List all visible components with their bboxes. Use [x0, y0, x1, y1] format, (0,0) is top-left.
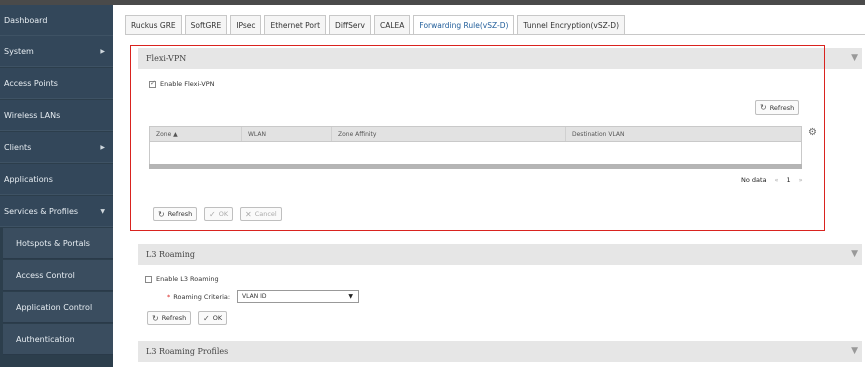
l3-roaming-profiles-header[interactable]: L3 Roaming Profiles ▼	[138, 341, 862, 362]
grid-header: Zone ▲ WLAN Zone Affinity Destination VL…	[149, 126, 802, 142]
sidebar-item-label: Dashboard	[4, 15, 48, 25]
select-value: VLAN ID	[242, 293, 267, 300]
col-label: Zone Affinity	[338, 130, 377, 138]
check-icon: ✓	[203, 313, 210, 323]
tab-tunnel-encryption[interactable]: Tunnel Encryption(vSZ-D)	[517, 15, 626, 34]
sidebar-item-label: Access Control	[16, 270, 75, 280]
panel-title: L3 Roaming Profiles	[146, 347, 229, 356]
sidebar-item-label: Application Control	[16, 302, 93, 312]
roaming-criteria-select[interactable]: VLAN ID ▼	[237, 290, 359, 303]
l3-ok-button[interactable]: ✓ OK	[198, 311, 228, 325]
chevron-down-icon: ▼	[100, 207, 105, 215]
sidebar-item-clients[interactable]: Clients ▶	[0, 132, 113, 163]
sidebar-subitem-application-control[interactable]: Application Control	[3, 292, 113, 323]
sidebar-item-dashboard[interactable]: Dashboard	[0, 5, 113, 36]
tab-ruckus-gre[interactable]: Ruckus GRE	[125, 15, 182, 34]
sidebar: Dashboard System ▶ Access Points Wireless…	[0, 5, 113, 367]
grid-scrollbar[interactable]	[149, 164, 802, 169]
refresh-top-button[interactable]: ↻ Refresh	[755, 100, 800, 115]
sidebar-subitem-hotspots-portals[interactable]: Hotspots & Portals	[3, 228, 113, 259]
l3-enable-label: Enable L3 Roaming	[156, 275, 219, 283]
button-label: Cancel	[254, 210, 277, 218]
pager-page-number[interactable]: 1	[787, 176, 791, 184]
required-mark: *	[167, 293, 171, 301]
chevron-down-icon: ▼	[348, 293, 353, 300]
check-icon: ✓	[209, 209, 216, 219]
button-label: Refresh	[167, 210, 193, 218]
chevron-right-icon: ▶	[100, 143, 105, 151]
flexi-enable-row: Enable Flexi-VPN	[149, 79, 215, 88]
refresh-icon: ↻	[152, 313, 159, 323]
sidebar-item-label: Services & Profiles	[4, 206, 79, 216]
collapse-icon[interactable]: ▼	[851, 346, 858, 356]
gear-icon[interactable]: ⚙	[808, 127, 817, 138]
grid-body	[149, 142, 802, 164]
sidebar-item-applications[interactable]: Applications	[0, 164, 113, 195]
tab-diffserv[interactable]: DiffServ	[329, 15, 371, 34]
tab-ipsec[interactable]: IPsec	[230, 15, 262, 34]
top-bar	[0, 0, 865, 5]
button-label: Refresh	[769, 103, 795, 112]
col-wlan[interactable]: WLAN	[242, 127, 332, 141]
l3-roaming-header[interactable]: L3 Roaming ▼	[138, 244, 862, 265]
button-label: OK	[212, 314, 223, 322]
panel-title: L3 Roaming	[146, 250, 195, 259]
sidebar-item-services-profiles[interactable]: Services & Profiles ▼	[0, 196, 113, 227]
sidebar-item-label: System	[4, 46, 34, 56]
sidebar-item-system[interactable]: System ▶	[0, 36, 113, 67]
refresh-icon: ↻	[760, 103, 767, 112]
button-label: Refresh	[161, 314, 187, 322]
tab-divider	[125, 34, 865, 35]
col-zone[interactable]: Zone ▲	[150, 127, 242, 141]
pager: No data « 1 »	[741, 176, 803, 184]
tab-calea[interactable]: CALEA	[373, 15, 411, 34]
tab-ethernet-port[interactable]: Ethernet Port	[264, 15, 327, 34]
sidebar-item-access-points[interactable]: Access Points	[0, 68, 113, 99]
l3-enable-checkbox[interactable]	[145, 275, 152, 283]
roaming-criteria-label: Roaming Criteria:	[173, 293, 231, 301]
col-label: Destination VLAN	[572, 130, 625, 138]
col-label: WLAN	[248, 130, 267, 138]
chevron-right-icon: ▶	[100, 47, 105, 55]
refresh-icon: ↻	[158, 209, 165, 219]
sidebar-item-label: Wireless LANs	[4, 110, 61, 120]
sidebar-subitem-access-control[interactable]: Access Control	[3, 260, 113, 291]
roaming-criteria-label-row: * Roaming Criteria:	[167, 293, 230, 301]
sidebar-item-label: Access Points	[4, 78, 58, 88]
sidebar-item-label: Applications	[4, 174, 53, 184]
flexi-refresh-button[interactable]: ↻ Refresh	[153, 207, 198, 221]
collapse-icon[interactable]: ▼	[851, 53, 858, 63]
col-label: Zone ▲	[156, 130, 178, 138]
flexi-cancel-button[interactable]: ✕ Cancel	[240, 207, 282, 221]
button-label: OK	[218, 210, 229, 218]
sidebar-item-label: Clients	[4, 142, 32, 152]
sidebar-subitem-authentication[interactable]: Authentication	[3, 324, 113, 355]
l3-refresh-button[interactable]: ↻ Refresh	[147, 311, 192, 325]
flexi-enable-checkbox[interactable]	[149, 79, 156, 88]
col-destination-vlan[interactable]: Destination VLAN	[566, 127, 801, 141]
sidebar-item-wireless-lans[interactable]: Wireless LANs	[0, 100, 113, 131]
tab-forwarding-rule[interactable]: Forwarding Rule(vSZ-D)	[413, 15, 515, 34]
collapse-icon[interactable]: ▼	[851, 249, 858, 259]
sidebar-item-label: Hotspots & Portals	[16, 238, 90, 248]
pager-next-button[interactable]: »	[799, 176, 803, 184]
l3-enable-row: Enable L3 Roaming	[145, 275, 219, 283]
tab-bar: Ruckus GRE SoftGRE IPsec Ethernet Port D…	[125, 15, 628, 34]
sidebar-item-label: Authentication	[16, 334, 75, 344]
flexi-enable-label: Enable Flexi-VPN	[160, 80, 215, 88]
flexi-ok-button[interactable]: ✓ OK	[204, 207, 234, 221]
close-icon: ✕	[245, 209, 252, 219]
col-zone-affinity[interactable]: Zone Affinity	[332, 127, 566, 141]
tab-softgre[interactable]: SoftGRE	[184, 15, 228, 34]
pager-prev-button[interactable]: «	[775, 176, 779, 184]
no-data-label: No data	[741, 176, 767, 184]
